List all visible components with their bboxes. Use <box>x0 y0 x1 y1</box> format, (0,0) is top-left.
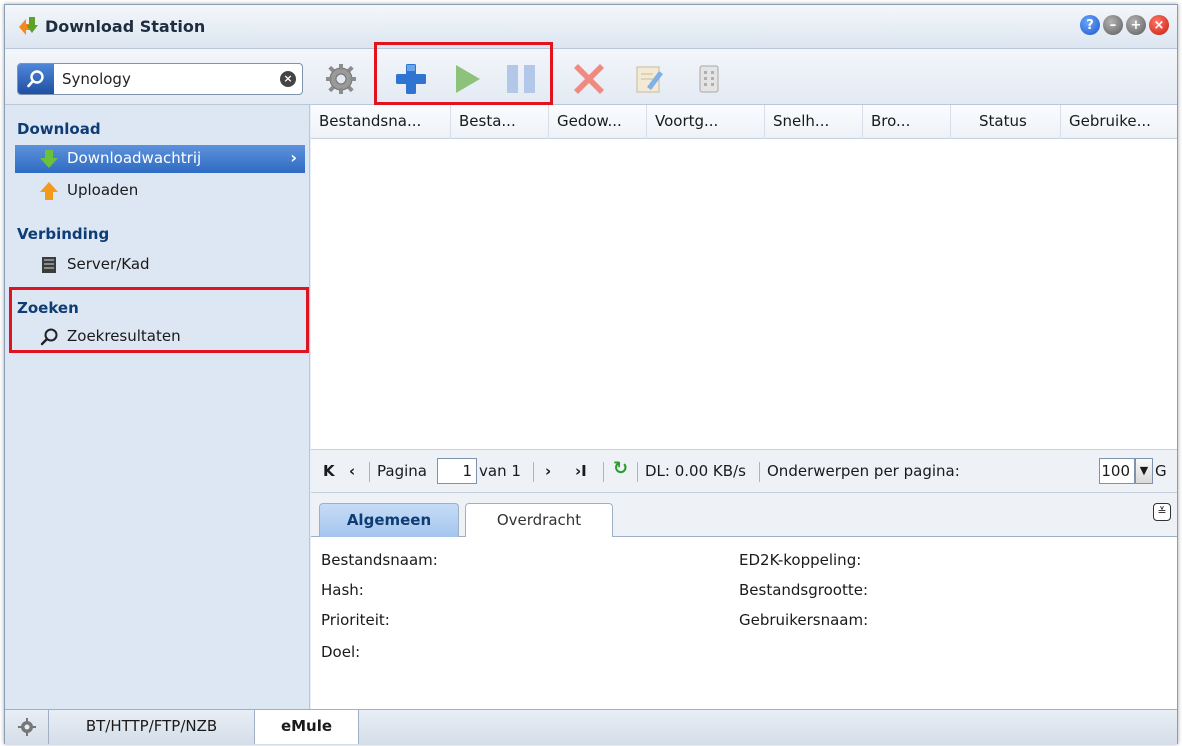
delete-icon[interactable] <box>569 59 609 99</box>
column-header[interactable]: Voortg... <box>647 105 765 139</box>
search-input[interactable]: Synology <box>62 70 131 88</box>
clear-completed-icon[interactable] <box>689 59 729 99</box>
chevron-right-icon: › <box>290 148 297 167</box>
nav-group-download: Download <box>17 120 101 138</box>
title-bar: Download Station ? – + × <box>5 5 1177 49</box>
last-page-icon[interactable]: ›I <box>575 462 587 480</box>
settings-gear-icon[interactable] <box>321 59 361 99</box>
sidebar-item-downloadwachtrij[interactable]: Downloadwachtrij › <box>15 145 305 173</box>
field-label: Gebruikersnaam: <box>739 611 869 629</box>
collapse-panel-icon[interactable]: ≚ <box>1153 503 1171 521</box>
field-label: Doel: <box>321 643 361 661</box>
field-label: Prioriteit: <box>321 611 390 629</box>
tab-algemeen[interactable]: Algemeen <box>319 503 459 537</box>
previous-page-icon[interactable]: ‹ <box>349 462 355 480</box>
truncated-label: G <box>1155 462 1167 480</box>
close-icon[interactable]: × <box>1149 15 1169 35</box>
nav-group-zoeken: Zoeken <box>17 299 79 317</box>
maximize-icon[interactable]: + <box>1126 15 1146 35</box>
clear-search-icon[interactable]: × <box>280 71 296 87</box>
items-per-page-select[interactable]: 100 <box>1099 458 1135 484</box>
next-page-icon[interactable]: › <box>545 462 551 480</box>
download-station-window: Download Station ? – + × Synology × Down… <box>4 4 1178 745</box>
download-station-icon <box>17 15 39 37</box>
field-label: Hash: <box>321 581 364 599</box>
field-label: ED2K-koppeling: <box>739 551 862 569</box>
column-header[interactable]: Besta... <box>451 105 549 139</box>
details-panel: Algemeen Overdracht ≚ Bestandsnaam: Hash… <box>311 493 1177 709</box>
column-header[interactable]: Status <box>951 105 1061 139</box>
separator <box>533 462 534 482</box>
bottom-tab-bar: BT/HTTP/FTP/NZB eMule <box>5 709 1177 745</box>
sidebar-item-label: Uploaden <box>67 181 139 199</box>
orange-upload-arrow-icon <box>39 181 59 201</box>
column-header[interactable]: Gedow... <box>549 105 647 139</box>
page-label: Pagina <box>377 462 427 480</box>
tab-bt-http-ftp-nzb[interactable]: BT/HTTP/FTP/NZB <box>49 710 255 744</box>
first-page-icon[interactable]: K <box>323 462 335 480</box>
chevron-down-icon[interactable]: ▼ <box>1135 458 1153 484</box>
resume-icon[interactable] <box>447 59 487 99</box>
sidebar-item-uploaden[interactable]: Uploaden <box>15 177 305 205</box>
column-header[interactable]: Bestandsna... <box>311 105 451 139</box>
tab-emule[interactable]: eMule <box>255 710 359 744</box>
add-task-icon[interactable] <box>391 59 431 99</box>
app-title: Download Station <box>45 17 206 36</box>
sidebar-item-label: Server/Kad <box>67 255 150 273</box>
separator <box>759 462 760 482</box>
refresh-icon[interactable]: ↻ <box>613 458 628 479</box>
magnifier-icon <box>39 327 59 347</box>
page-total-label: van 1 <box>479 462 521 480</box>
tab-overdracht[interactable]: Overdracht <box>465 503 613 537</box>
toolbar: Synology × <box>5 42 1177 105</box>
separator <box>603 462 604 482</box>
download-speed-label: DL: 0.00 KB/s <box>645 462 746 480</box>
page-number-input[interactable]: 1 <box>437 458 477 484</box>
search-field[interactable]: Synology × <box>17 63 303 95</box>
grid-header: Bestandsna... Besta... Gedow... Voortg..… <box>311 105 1177 139</box>
green-download-arrow-icon <box>39 149 59 169</box>
help-icon[interactable]: ? <box>1080 15 1100 35</box>
field-label: Bestandsnaam: <box>321 551 438 569</box>
sidebar-item-zoekresultaten[interactable]: Zoekresultaten <box>15 323 305 351</box>
nav-group-verbinding: Verbinding <box>17 225 110 243</box>
server-icon <box>39 255 59 275</box>
edit-icon[interactable] <box>629 59 669 99</box>
pagination-bar: K ‹ Pagina 1 van 1 › ›I ↻ DL: 0.00 KB/s … <box>311 449 1177 493</box>
field-label: Bestandsgrootte: <box>739 581 869 599</box>
details-tabs: Algemeen Overdracht ≚ <box>311 493 1177 537</box>
column-header[interactable]: Snelh... <box>765 105 863 139</box>
search-icon[interactable] <box>18 64 54 94</box>
pause-icon[interactable] <box>501 59 541 99</box>
column-header[interactable]: Bro... <box>863 105 951 139</box>
window-controls: ? – + × <box>1080 15 1169 35</box>
minimize-icon[interactable]: – <box>1103 15 1123 35</box>
items-per-page-label: Onderwerpen per pagina: <box>767 462 960 480</box>
sidebar: Download Downloadwachtrij › Uploaden Ver… <box>5 105 310 709</box>
column-header[interactable]: Gebruike... <box>1061 105 1177 139</box>
sidebar-item-server-kad[interactable]: Server/Kad <box>15 251 305 279</box>
separator <box>369 462 370 482</box>
separator <box>637 462 638 482</box>
sidebar-item-label: Zoekresultaten <box>67 327 181 345</box>
settings-gear-icon[interactable] <box>5 710 49 744</box>
download-task-grid[interactable]: Bestandsna... Besta... Gedow... Voortg..… <box>311 105 1177 449</box>
sidebar-item-label: Downloadwachtrij <box>67 149 202 167</box>
